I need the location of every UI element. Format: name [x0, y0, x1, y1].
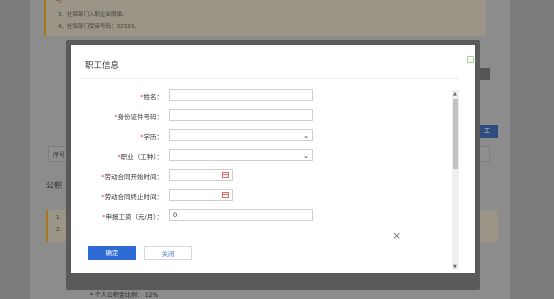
- field-label: *劳动合同终止时间：: [101, 193, 163, 201]
- notice-warn: *:: [56, 0, 62, 5]
- calendar-icon[interactable]: [222, 192, 229, 198]
- side-icon: [480, 68, 490, 80]
- field-contract-end: *劳动合同终止时间：: [71, 189, 461, 203]
- notice-item: 4、社保部门受审号码：32333。: [58, 24, 140, 30]
- field-education: *学历： ⌄: [71, 129, 461, 143]
- table-header-seq: 序号: [53, 152, 66, 159]
- close-button[interactable]: 关闭: [144, 246, 192, 260]
- field-label: *身份证件号码：: [114, 113, 163, 121]
- occupation-select[interactable]: ⌄: [169, 149, 313, 161]
- field-declared-salary: *申报工资（元/月）： 0: [71, 209, 461, 223]
- maximize-icon[interactable]: [467, 56, 474, 63]
- contract-end-date-input[interactable]: [169, 189, 233, 201]
- employee-form: *姓名： *身份证件号码： *学历： ⌄ *职业（工种）： ⌄ *劳动合同开始时…: [71, 88, 461, 270]
- notice-item: 3、社保部门入职企业照填。: [58, 12, 128, 18]
- field-label: *申报工资（元/月）：: [102, 213, 163, 221]
- scroll-up-icon[interactable]: ▲: [453, 91, 457, 97]
- dialog-title: 职工信息: [85, 61, 120, 71]
- note-item: 1.: [56, 215, 62, 221]
- note-item: 2.: [56, 227, 62, 233]
- bottom-text: * 个人公积金比例： 12%: [90, 292, 159, 299]
- form-scrollbar[interactable]: ▲ ▼: [452, 90, 459, 270]
- close-icon[interactable]: ×: [392, 229, 401, 242]
- contract-start-date-input[interactable]: [169, 169, 233, 181]
- field-label: *姓名：: [140, 93, 163, 101]
- scroll-down-icon[interactable]: ▼: [453, 264, 457, 270]
- field-name: *姓名：: [71, 89, 461, 103]
- field-occupation: *职业（工种）： ⌄: [71, 149, 461, 163]
- name-input[interactable]: [169, 89, 313, 101]
- field-label: *学历：: [140, 133, 163, 141]
- employee-info-dialog: 职工信息 *姓名： *身份证件号码： *学历： ⌄ *职业（工种）： ⌄ *劳动…: [71, 45, 475, 273]
- notice-box: *: 3、社保部门入职企业照填。 4、社保部门受审号码：32333。: [44, 0, 486, 36]
- confirm-button[interactable]: 确定: [88, 246, 136, 260]
- title-divider: [81, 78, 459, 79]
- chevron-down-icon: ⌄: [303, 152, 309, 160]
- field-id-number: *身份证件号码：: [71, 109, 461, 123]
- chevron-down-icon: ⌄: [303, 132, 309, 140]
- id-number-input[interactable]: [169, 109, 313, 121]
- salary-input[interactable]: 0: [169, 209, 313, 221]
- field-label: *劳动合同开始时间：: [101, 173, 163, 181]
- field-contract-start: *劳动合同开始时间：: [71, 169, 461, 183]
- calendar-icon[interactable]: [222, 172, 229, 178]
- scroll-thumb[interactable]: [453, 99, 458, 169]
- field-label: *职业（工种）：: [117, 153, 164, 161]
- section-title: 公积: [46, 181, 62, 190]
- education-select[interactable]: ⌄: [169, 129, 313, 141]
